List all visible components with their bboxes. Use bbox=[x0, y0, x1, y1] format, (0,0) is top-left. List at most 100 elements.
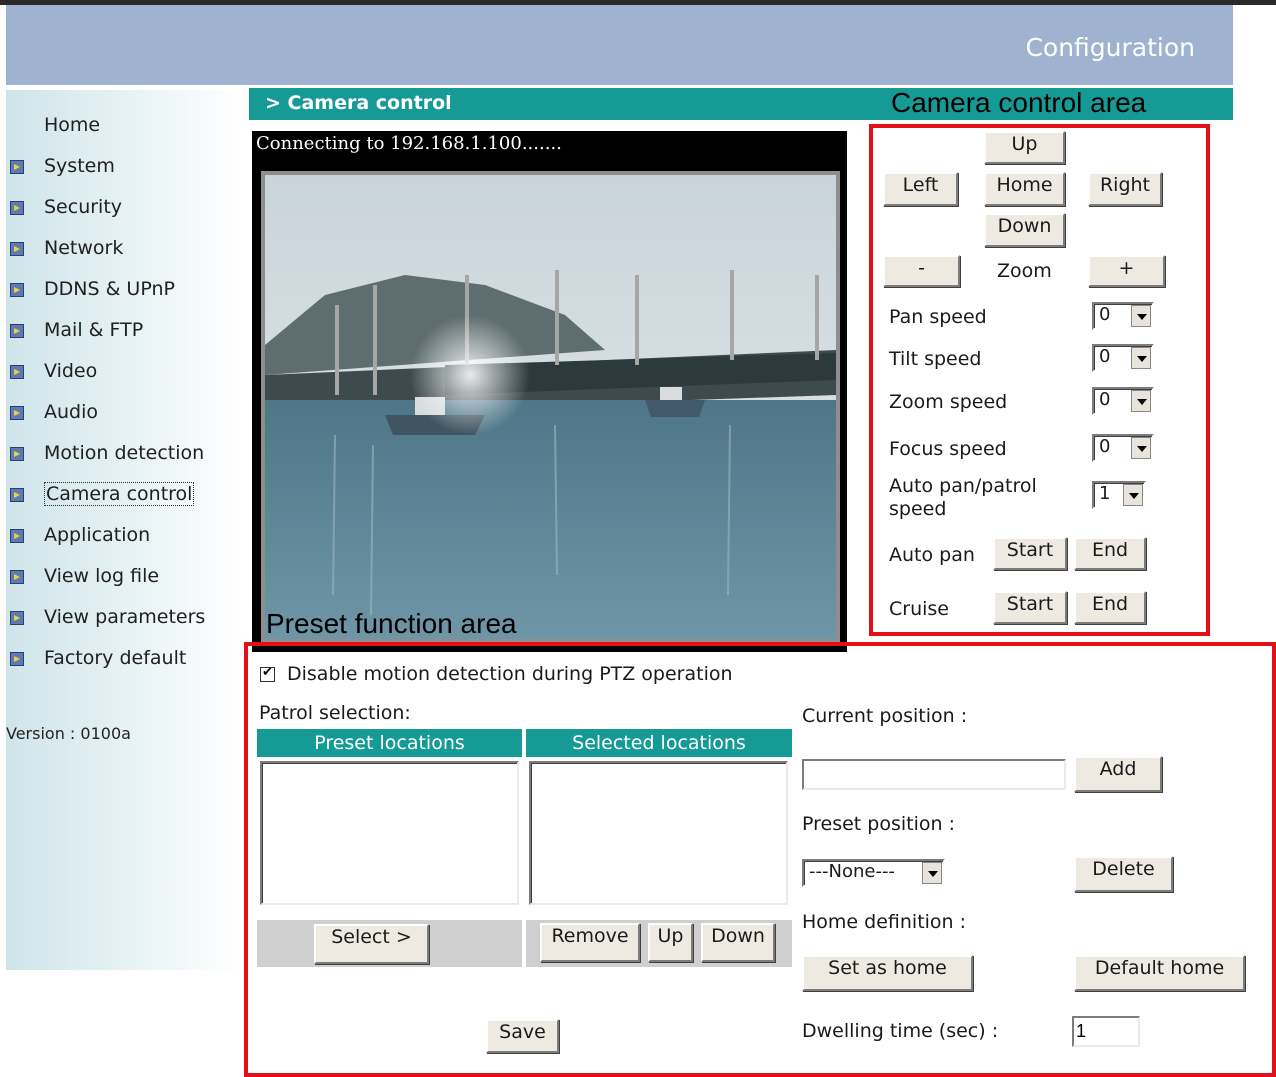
arrow-right-icon bbox=[10, 570, 24, 584]
sidebar-item-ddns-upnp[interactable]: DDNS & UPnP bbox=[6, 278, 242, 304]
sidebar-item-label: View parameters bbox=[44, 606, 206, 628]
sidebar-item-label: Camera control bbox=[44, 482, 195, 506]
chevron-down-icon bbox=[1131, 437, 1151, 459]
header-title: Configuration bbox=[1025, 33, 1195, 62]
section-title: > Camera control bbox=[265, 92, 452, 114]
arrow-right-icon bbox=[10, 324, 24, 338]
camera-area-annotation: Camera control area bbox=[891, 87, 1147, 118]
selected-locations-list[interactable] bbox=[529, 761, 788, 905]
sidebar-item-home[interactable]: Home bbox=[6, 114, 242, 140]
sidebar-item-network[interactable]: Network bbox=[6, 237, 242, 263]
arrow-right-icon bbox=[10, 488, 24, 502]
arrow-right-icon bbox=[10, 242, 24, 256]
patrol-selection-label: Patrol selection: bbox=[259, 702, 411, 724]
auto-pan-speed-label-2: speed bbox=[889, 498, 947, 520]
zoom-label: Zoom bbox=[997, 260, 1052, 282]
arrow-right-icon bbox=[10, 365, 24, 379]
sidebar: Home System Security Network DDNS & UPnP Mail… bbox=[6, 90, 242, 970]
cruise-label: Cruise bbox=[889, 598, 949, 620]
dwelling-time-label: Dwelling time (sec) : bbox=[802, 1020, 999, 1042]
chevron-down-icon bbox=[1123, 484, 1143, 506]
sidebar-item-view-parameters[interactable]: View parameters bbox=[6, 606, 242, 632]
sidebar-item-label: Video bbox=[44, 360, 98, 382]
zoom-in-button[interactable]: + bbox=[1088, 255, 1165, 287]
preset-locations-list[interactable] bbox=[260, 761, 519, 905]
app-header: Configuration bbox=[6, 5, 1233, 85]
version-text: Version : 0100a bbox=[6, 724, 131, 743]
sidebar-item-label: Factory default bbox=[44, 647, 187, 669]
current-position-label: Current position : bbox=[802, 705, 968, 727]
disable-motion-checkbox[interactable] bbox=[260, 665, 275, 682]
sidebar-item-label: System bbox=[44, 155, 115, 177]
tilt-speed-select[interactable]: 0 bbox=[1092, 344, 1154, 372]
focus-speed-select[interactable]: 0 bbox=[1092, 434, 1154, 462]
current-position-input[interactable] bbox=[802, 759, 1066, 790]
set-as-home-button[interactable]: Set as home bbox=[802, 955, 973, 991]
sidebar-item-video[interactable]: Video bbox=[6, 360, 242, 386]
sidebar-item-label: DDNS & UPnP bbox=[44, 278, 175, 300]
preset-position-select[interactable]: ---None--- bbox=[802, 859, 945, 887]
sidebar-item-system[interactable]: System bbox=[6, 155, 242, 181]
pan-up-button[interactable]: Up bbox=[984, 131, 1065, 164]
sidebar-item-factory-default[interactable]: Factory default bbox=[6, 647, 242, 673]
pan-home-button[interactable]: Home bbox=[984, 172, 1065, 206]
sidebar-item-camera-control[interactable]: Camera control bbox=[6, 482, 242, 509]
arrow-right-icon bbox=[10, 447, 24, 461]
select-button[interactable]: Select > bbox=[314, 924, 429, 964]
auto-pan-label: Auto pan bbox=[889, 544, 975, 566]
sidebar-item-audio[interactable]: Audio bbox=[6, 401, 242, 427]
arrow-right-icon bbox=[10, 406, 24, 420]
disable-motion-label: Disable motion detection during PTZ oper… bbox=[287, 663, 733, 685]
arrow-right-icon bbox=[10, 283, 24, 297]
move-down-button[interactable]: Down bbox=[701, 923, 775, 962]
sidebar-item-label: Motion detection bbox=[44, 442, 205, 464]
cruise-start-button[interactable]: Start bbox=[993, 591, 1067, 624]
auto-pan-start-button[interactable]: Start bbox=[993, 537, 1067, 570]
pan-down-button[interactable]: Down bbox=[984, 213, 1065, 247]
default-home-button[interactable]: Default home bbox=[1074, 955, 1245, 991]
pan-right-button[interactable]: Right bbox=[1088, 172, 1162, 206]
save-button[interactable]: Save bbox=[486, 1019, 559, 1053]
move-up-button[interactable]: Up bbox=[648, 923, 693, 962]
sidebar-item-view-log-file[interactable]: View log file bbox=[6, 565, 242, 591]
sidebar-item-motion-detection[interactable]: Motion detection bbox=[6, 442, 242, 468]
arrow-right-icon bbox=[10, 611, 24, 625]
pan-speed-label: Pan speed bbox=[889, 306, 987, 328]
dwelling-time-input[interactable] bbox=[1072, 1016, 1140, 1047]
pan-speed-select[interactable]: 0 bbox=[1092, 302, 1154, 330]
delete-button[interactable]: Delete bbox=[1074, 856, 1173, 892]
sidebar-item-label: Audio bbox=[44, 401, 99, 423]
arrow-right-icon bbox=[10, 201, 24, 215]
chevron-down-icon bbox=[1131, 305, 1151, 327]
preset-area-annotation: Preset function area bbox=[266, 608, 517, 639]
sidebar-item-mail-ftp[interactable]: Mail & FTP bbox=[6, 319, 242, 345]
sidebar-item-label: Home bbox=[44, 114, 101, 136]
video-viewer: Connecting to 192.168.1.100....... bbox=[252, 131, 847, 652]
arrow-right-icon bbox=[10, 529, 24, 543]
sidebar-item-label: Security bbox=[44, 196, 123, 218]
arrow-right-icon bbox=[10, 160, 24, 174]
camera-image bbox=[261, 171, 840, 643]
auto-pan-speed-label-1: Auto pan/patrol bbox=[889, 475, 1037, 497]
sidebar-item-security[interactable]: Security bbox=[6, 196, 242, 222]
zoom-speed-select[interactable]: 0 bbox=[1092, 387, 1154, 415]
auto-pan-end-button[interactable]: End bbox=[1074, 537, 1146, 570]
zoom-out-button[interactable]: - bbox=[883, 255, 960, 287]
chevron-down-icon bbox=[922, 862, 942, 884]
remove-button[interactable]: Remove bbox=[540, 923, 640, 962]
focus-speed-label: Focus speed bbox=[889, 438, 1007, 460]
preset-locations-header: Preset locations bbox=[257, 729, 522, 757]
add-button[interactable]: Add bbox=[1074, 756, 1162, 792]
connection-status: Connecting to 192.168.1.100....... bbox=[256, 133, 562, 154]
sidebar-item-label: Application bbox=[44, 524, 151, 546]
chevron-down-icon bbox=[1131, 347, 1151, 369]
auto-pan-speed-select[interactable]: 1 bbox=[1092, 481, 1146, 509]
sidebar-item-label: Mail & FTP bbox=[44, 319, 144, 341]
selected-locations-header: Selected locations bbox=[526, 729, 792, 757]
sidebar-item-application[interactable]: Application bbox=[6, 524, 242, 550]
sidebar-item-label: View log file bbox=[44, 565, 160, 587]
sidebar-item-label: Network bbox=[44, 237, 124, 259]
arrow-right-icon bbox=[10, 652, 24, 666]
cruise-end-button[interactable]: End bbox=[1074, 591, 1146, 624]
pan-left-button[interactable]: Left bbox=[883, 172, 958, 206]
